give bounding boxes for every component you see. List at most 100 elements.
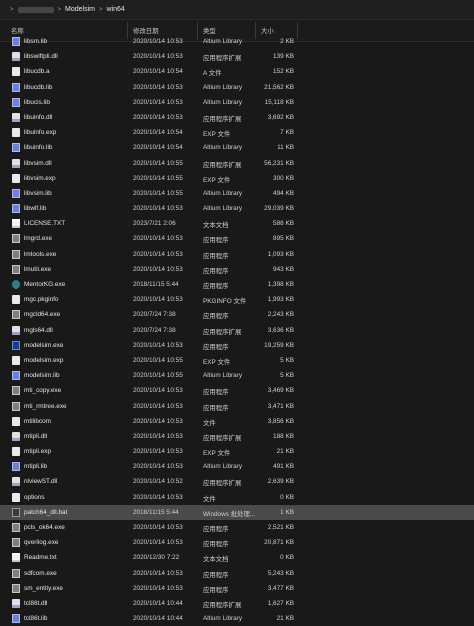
exe-icon bbox=[12, 310, 20, 320]
blurred-path-segment[interactable] bbox=[17, 6, 54, 13]
file-row[interactable]: LICENSE.TXT 2023/7/21 2:06 文本文档 588 KB bbox=[0, 216, 474, 231]
file-type: Altium Library bbox=[203, 615, 243, 623]
file-size: 5,243 KB bbox=[267, 569, 294, 577]
file-row[interactable]: qverilog.exe 2020/10/14 10:53 应用程序 20,871 K… bbox=[0, 535, 474, 550]
file-row[interactable]: libuinfo.lib 2020/10/14 10:54 Altium Libra… bbox=[0, 140, 474, 155]
file-row[interactable]: lmutil.exe 2020/10/14 10:53 应用程序 943 KB bbox=[0, 262, 474, 277]
exe-icon bbox=[12, 538, 20, 548]
file-row[interactable]: options 2020/10/14 10:53 文件 0 KB bbox=[0, 490, 474, 505]
chevron-right-icon[interactable]: > bbox=[58, 7, 62, 13]
file-name: mtilibcom bbox=[24, 417, 51, 425]
file-row[interactable]: mtipli.exp 2020/10/14 10:53 EXP 文件 21 KB bbox=[0, 444, 474, 459]
file-row[interactable]: nlviewST.dll 2020/10/14 10:52 应用程序扩展 2,639 … bbox=[0, 474, 474, 489]
file-row[interactable]: libuinfo.exp 2020/10/14 10:54 EXP 文件 7 KB bbox=[0, 125, 474, 140]
file-row[interactable]: libucis.lib 2020/10/14 10:53 Altium Librar… bbox=[0, 95, 474, 110]
file-date-modified: 2020/10/14 10:54 bbox=[133, 144, 183, 152]
file-size: 588 KB bbox=[273, 220, 294, 228]
file-row[interactable]: mtipli.dll 2020/10/14 10:53 应用程序扩展 188 KB bbox=[0, 429, 474, 444]
file-name: libucdb.lib bbox=[24, 83, 53, 91]
file-type: 应用程序扩展 bbox=[203, 434, 242, 442]
chevron-right-icon[interactable]: > bbox=[99, 7, 103, 13]
file-row[interactable]: modelsim.lib 2020/10/14 10:55 Altium Libra… bbox=[0, 368, 474, 383]
file-type: 应用程序 bbox=[203, 237, 229, 245]
chevron-right-icon[interactable]: > bbox=[10, 7, 14, 13]
file-name: libvsim.lib bbox=[24, 189, 52, 197]
file-size: 11 KB bbox=[277, 144, 294, 152]
file-type: EXP 文件 bbox=[203, 176, 231, 184]
file-row[interactable]: modelsim.exe 2020/10/14 10:53 应用程序 19,259 K… bbox=[0, 338, 474, 353]
lib-icon bbox=[12, 188, 20, 198]
file-size: 188 KB bbox=[273, 432, 294, 440]
file-row[interactable]: libucdb.a 2020/10/14 10:54 A 文件 152 KB bbox=[0, 64, 474, 79]
file-row[interactable]: libvsim.lib 2020/10/14 10:55 Altium Librar… bbox=[0, 186, 474, 201]
file-date-modified: 2020/10/14 10:44 bbox=[133, 615, 183, 623]
file-row[interactable]: libsm.lib 2020/10/14 10:53 Altium Library 2… bbox=[0, 34, 474, 49]
file-name: libwlf.lib bbox=[24, 205, 47, 213]
file-date-modified: 2020/10/14 10:53 bbox=[133, 53, 183, 61]
file-row[interactable]: mgc.pkginfo 2020/10/14 10:53 PKGINFO 文件 1,9… bbox=[0, 292, 474, 307]
file-name: lmutil.exe bbox=[24, 265, 51, 273]
file-name: modelsim.exe bbox=[24, 341, 64, 349]
file-row[interactable]: MentorKG.exe 2018/11/15 5:44 应用程序 1,398 KB bbox=[0, 277, 474, 292]
file-date-modified: 2020/7/24 7:38 bbox=[133, 326, 176, 334]
file-name: libucdb.a bbox=[24, 68, 50, 76]
file-type: 应用程序扩展 bbox=[203, 480, 242, 488]
file-row[interactable]: lmgrd.exe 2020/10/14 10:53 应用程序 895 KB bbox=[0, 231, 474, 246]
file-size: 3,471 KB bbox=[267, 402, 294, 410]
file-row[interactable]: tcl86t.dll 2020/10/14 10:44 应用程序扩展 1,627 KB bbox=[0, 596, 474, 611]
lib-icon bbox=[12, 82, 20, 92]
file-row[interactable]: libucdb.lib 2020/10/14 10:53 Altium Librar… bbox=[0, 80, 474, 95]
file-type: 应用程序扩展 bbox=[203, 115, 242, 123]
file-name: mgcld64.exe bbox=[24, 311, 61, 319]
dll-icon bbox=[12, 52, 20, 62]
file-size: 139 KB bbox=[273, 53, 294, 61]
file-date-modified: 2020/10/14 10:53 bbox=[133, 235, 183, 243]
file-name: options bbox=[24, 493, 45, 501]
file-row[interactable]: Readme.txt 2020/12/30 7:22 文本文档 0 KB bbox=[0, 550, 474, 565]
lib-icon bbox=[12, 204, 20, 214]
dll-icon bbox=[12, 158, 20, 168]
lib-icon bbox=[12, 614, 20, 624]
file-icon bbox=[12, 67, 20, 77]
file-row[interactable]: mgls64.dll 2020/7/24 7:38 应用程序扩展 3,636 KB bbox=[0, 323, 474, 338]
file-size: 1,093 KB bbox=[267, 250, 294, 258]
file-row[interactable]: lmtools.exe 2020/10/14 10:53 应用程序 1,093 KB bbox=[0, 247, 474, 262]
file-type: 文件 bbox=[203, 495, 216, 503]
file-row[interactable]: libuinfo.dll 2020/10/14 10:53 应用程序扩展 3,692 … bbox=[0, 110, 474, 125]
file-date-modified: 2020/10/14 10:53 bbox=[133, 448, 183, 456]
file-name: LICENSE.TXT bbox=[24, 220, 66, 228]
file-type: 应用程序 bbox=[203, 389, 229, 397]
modelsim-icon bbox=[12, 340, 20, 350]
file-row[interactable]: mgcld64.exe 2020/7/24 7:38 应用程序 2,243 KB bbox=[0, 307, 474, 322]
file-row[interactable]: libvsim.exp 2020/10/14 10:55 EXP 文件 300 KB bbox=[0, 171, 474, 186]
file-icon bbox=[12, 173, 20, 183]
file-name: libuinfo.dll bbox=[24, 113, 53, 121]
file-date-modified: 2020/10/14 10:53 bbox=[133, 463, 183, 471]
breadcrumb-item-win64[interactable]: win64 bbox=[107, 6, 125, 13]
lib-icon bbox=[12, 143, 20, 153]
file-date-modified: 2020/10/14 10:53 bbox=[133, 417, 183, 425]
file-row[interactable]: pcls_ok64.exe 2020/10/14 10:53 应用程序 2,521 K… bbox=[0, 520, 474, 535]
file-size: 2 KB bbox=[280, 38, 294, 45]
file-row[interactable]: mtilibcom 2020/10/14 10:53 文件 3,856 KB bbox=[0, 414, 474, 429]
file-row[interactable]: sm_entity.exe 2020/10/14 10:53 应用程序 3,477 K… bbox=[0, 581, 474, 596]
file-row[interactable]: patch64_dll.bat 2018/11/15 5:44 Windows 批处… bbox=[0, 504, 474, 520]
file-type: 文本文档 bbox=[203, 556, 229, 564]
file-type: 应用程序扩展 bbox=[203, 161, 242, 169]
file-type: 应用程序扩展 bbox=[203, 601, 242, 609]
file-name: libswiftpli.dll bbox=[24, 53, 58, 61]
file-row[interactable]: mti_copy.exe 2020/10/14 10:53 应用程序 3,469 KB bbox=[0, 383, 474, 398]
breadcrumb-item-modelsim[interactable]: Modelsim bbox=[65, 6, 95, 13]
file-name: libvsim.dll bbox=[24, 159, 52, 167]
file-row[interactable]: libvsim.dll 2020/10/14 10:55 应用程序扩展 56,231 … bbox=[0, 156, 474, 171]
file-row[interactable]: libwlf.lib 2020/10/14 10:53 Altium Library… bbox=[0, 201, 474, 216]
file-row[interactable]: mti_rmtree.exe 2020/10/14 10:53 应用程序 3,471 … bbox=[0, 399, 474, 414]
file-date-modified: 2020/10/14 10:54 bbox=[133, 68, 183, 76]
file-type: Altium Library bbox=[203, 205, 243, 213]
file-row[interactable]: sdfcom.exe 2020/10/14 10:53 应用程序 5,243 KB bbox=[0, 566, 474, 581]
lib-icon bbox=[12, 462, 20, 472]
exe-icon bbox=[12, 401, 20, 411]
file-row[interactable]: libswiftpli.dll 2020/10/14 10:53 应用程序扩展 139… bbox=[0, 49, 474, 64]
file-row[interactable]: modelsim.exp 2020/10/14 10:55 EXP 文件 5 KB bbox=[0, 353, 474, 368]
file-row[interactable]: mtipli.lib 2020/10/14 10:53 Altium Library… bbox=[0, 459, 474, 474]
